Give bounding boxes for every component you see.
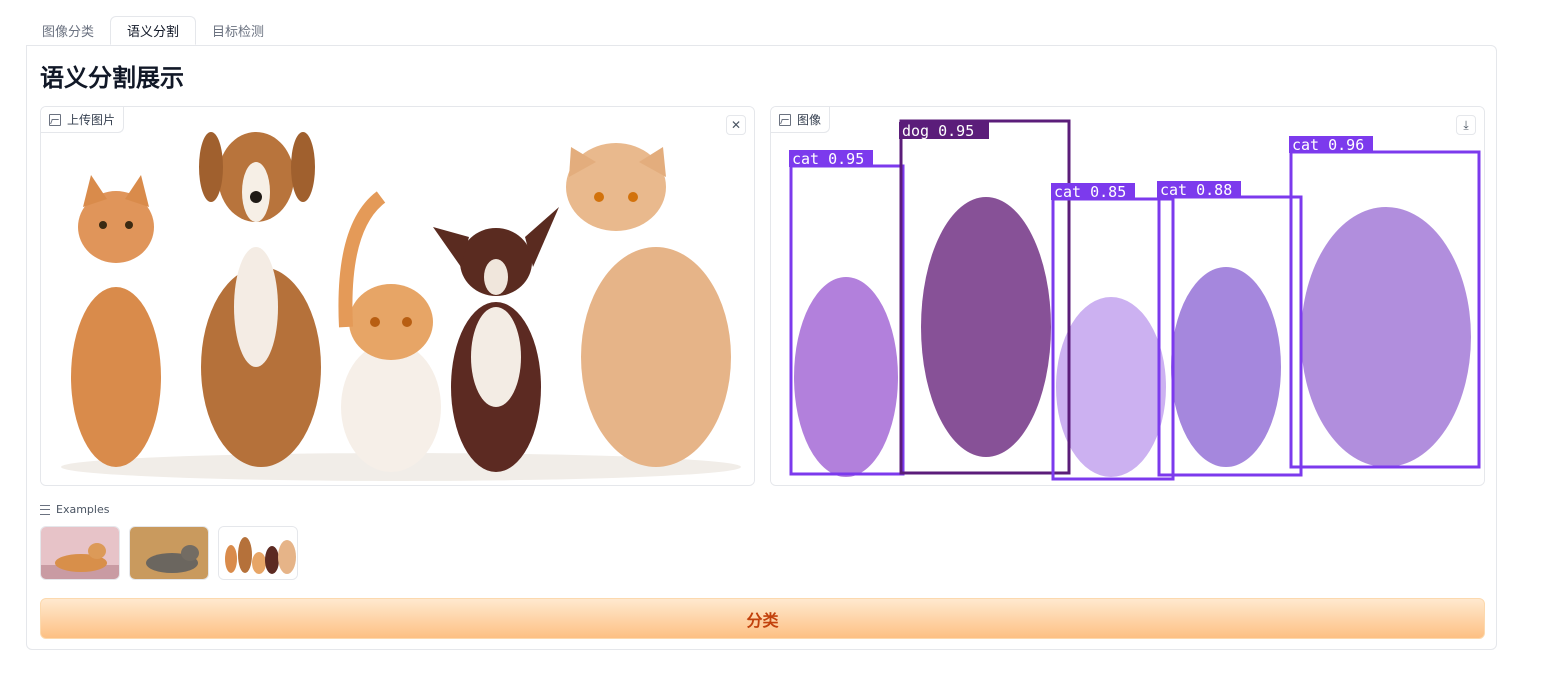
dog-figure — [199, 132, 321, 467]
cat-mask-2 — [1056, 297, 1166, 477]
list-icon — [40, 504, 50, 515]
example-thumb-pets[interactable] — [218, 526, 298, 580]
input-image-box[interactable]: 上传图片 ✕ — [40, 106, 755, 486]
dog-mask — [921, 197, 1051, 457]
tab-object-detection[interactable]: 目标检测 — [196, 16, 280, 45]
close-icon: ✕ — [730, 118, 742, 132]
cat-mask-3 — [1301, 207, 1471, 467]
detection-label: dog 0.95 — [902, 122, 974, 140]
classify-button[interactable]: 分类 — [40, 598, 1485, 639]
output-image-label: 图像 — [771, 107, 831, 133]
download-icon: ⤓ — [1463, 117, 1469, 132]
detection-label: cat 0.96 — [1292, 136, 1364, 154]
tab-bar: 图像分类 语义分割 目标检测 — [26, 16, 280, 46]
examples-gallery — [40, 526, 298, 580]
input-image-label: 上传图片 — [41, 107, 125, 133]
input-photo — [41, 107, 754, 485]
tab-image-classification[interactable]: 图像分类 — [26, 16, 110, 45]
image-icon — [779, 113, 791, 126]
detection-label: cat 0.85 — [1054, 183, 1126, 201]
tab-semantic-segmentation[interactable]: 语义分割 — [110, 16, 197, 45]
cat-figure-1 — [71, 175, 161, 467]
clear-image-button[interactable]: ✕ — [726, 115, 746, 135]
chihuahua-mask — [1171, 267, 1281, 467]
output-image-box: 图像 ⤓ cat 0.95 dog 0.95 cat 0.85 cat 0.88… — [770, 106, 1485, 486]
example-thumb-cat[interactable] — [129, 526, 209, 580]
download-button[interactable]: ⤓ — [1456, 115, 1476, 135]
detection-label: cat 0.95 — [792, 150, 864, 168]
segmented-photo: cat 0.95 dog 0.95 cat 0.85 cat 0.88 cat — [771, 107, 1484, 485]
page-title: 语义分割展示 — [40, 64, 184, 92]
tab-panel: 语义分割展示 上传图片 ✕ 图像 ⤓ cat 0.95 dog 0.95 cat… — [26, 45, 1497, 650]
cat-mask-1 — [794, 277, 898, 477]
example-thumb-dog[interactable] — [40, 526, 120, 580]
examples-header: Examples — [40, 503, 109, 516]
detection-label: cat 0.88 — [1160, 181, 1232, 199]
image-icon — [49, 113, 61, 126]
